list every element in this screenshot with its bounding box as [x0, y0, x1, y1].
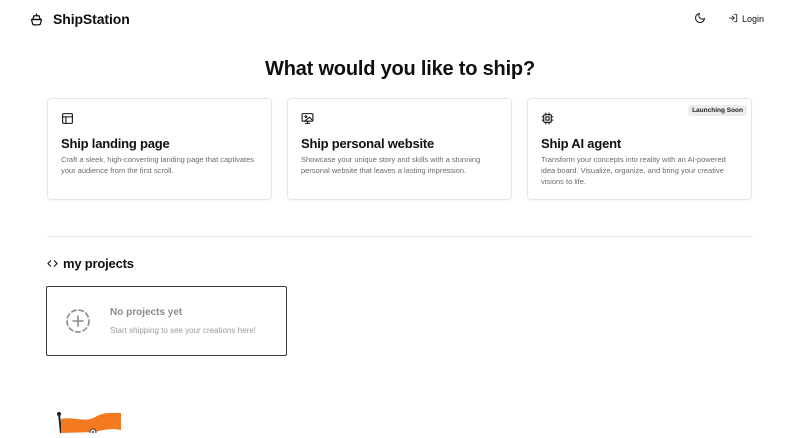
brand-name: ShipStation — [53, 11, 130, 27]
add-circle-dashed-icon — [65, 308, 91, 334]
cpu-icon — [541, 112, 554, 125]
theme-toggle-button[interactable] — [692, 12, 708, 28]
login-icon — [728, 13, 742, 25]
card-description: Transform your concepts into reality wit… — [541, 155, 726, 186]
monitor-image-icon — [301, 112, 314, 125]
layout-icon — [61, 112, 74, 125]
card-title: Ship landing page — [61, 136, 170, 151]
projects-heading: my projects — [47, 256, 134, 271]
card-description: Craft a sleek, high-converting landing p… — [61, 155, 255, 175]
projects-heading-label: my projects — [63, 256, 134, 271]
login-button[interactable]: Login — [728, 13, 764, 25]
ship-landing-page-card[interactable]: Ship landing page Craft a sleek, high-co… — [47, 98, 272, 200]
card-description: Showcase your unique story and skills wi… — [301, 155, 481, 175]
empty-state-title: No projects yet — [110, 307, 183, 318]
section-divider — [47, 236, 753, 237]
card-title: Ship personal website — [301, 136, 435, 151]
brand[interactable]: ShipStation — [29, 11, 130, 27]
login-label: Login — [742, 14, 765, 24]
top-navbar: ShipStation Login — [0, 0, 800, 40]
moon-icon — [694, 11, 706, 29]
empty-projects-card[interactable]: No projects yet Start shipping to see yo… — [46, 286, 287, 356]
empty-state-subtitle: Start shipping to see your creations her… — [110, 326, 256, 335]
code-icon — [47, 258, 63, 269]
launching-soon-badge: Launching Soon — [688, 105, 747, 116]
ship-ai-agent-card[interactable]: Launching Soon Ship AI agent Transform y… — [527, 98, 752, 200]
ship-personal-website-card[interactable]: Ship personal website Showcase your uniq… — [287, 98, 512, 200]
card-title: Ship AI agent — [541, 136, 621, 151]
page-title: What would you like to ship? — [265, 58, 535, 80]
ship-icon — [29, 12, 44, 27]
flag-icon — [55, 410, 125, 436]
